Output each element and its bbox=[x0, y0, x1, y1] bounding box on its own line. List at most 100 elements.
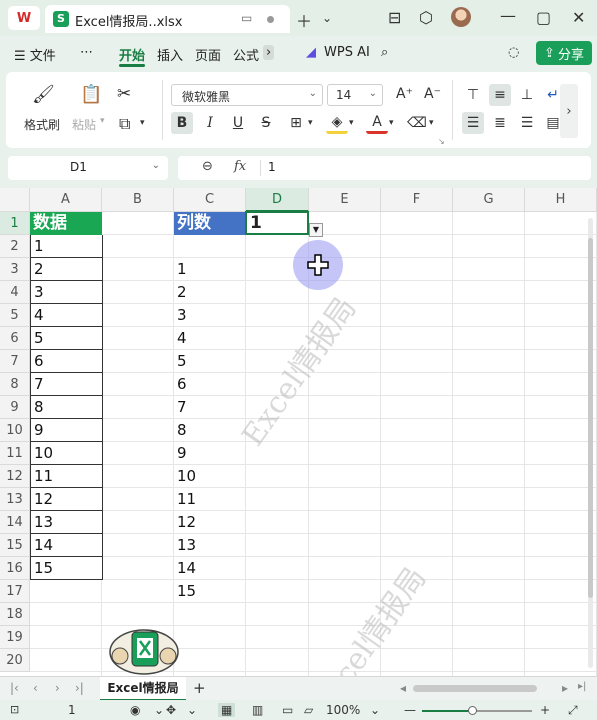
cell-c-data[interactable]: 10 bbox=[174, 465, 246, 488]
cell-c1-header[interactable]: 列数 bbox=[174, 212, 246, 235]
menu-wps-ai[interactable]: WPS AI bbox=[324, 45, 370, 60]
cell-a-data[interactable]: 13 bbox=[30, 511, 103, 534]
cell-c-data[interactable]: 15 bbox=[174, 580, 246, 603]
row-header-7[interactable]: 7 bbox=[0, 350, 30, 373]
row-header-14[interactable]: 14 bbox=[0, 511, 30, 534]
zoom-out-icon[interactable]: — bbox=[404, 703, 416, 717]
row-header-3[interactable]: 3 bbox=[0, 258, 30, 281]
document-tab[interactable]: S Excel情报局..xlsx ▭ bbox=[45, 5, 290, 33]
column-header-f[interactable]: F bbox=[381, 188, 453, 212]
copy-chevron-icon[interactable]: ▾ bbox=[140, 118, 145, 128]
align-top-icon[interactable]: ⊤ bbox=[462, 84, 484, 106]
column-header-g[interactable]: G bbox=[453, 188, 525, 212]
zoom-dropdown-icon[interactable]: ⌄ bbox=[370, 703, 380, 717]
menu-home[interactable]: 开始 bbox=[119, 45, 145, 64]
row-header-17[interactable]: 17 bbox=[0, 580, 30, 603]
cell-a-data[interactable]: 5 bbox=[30, 327, 103, 350]
dropdown-arrow-icon[interactable]: ▼ bbox=[309, 223, 323, 237]
fullscreen-icon[interactable]: ⤢ bbox=[568, 703, 578, 718]
row-header-12[interactable]: 12 bbox=[0, 465, 30, 488]
row-header-4[interactable]: 4 bbox=[0, 281, 30, 304]
column-header-b[interactable]: B bbox=[102, 188, 174, 212]
format-painter-label[interactable]: 格式刷 bbox=[24, 116, 60, 133]
cell-a-data[interactable]: 11 bbox=[30, 465, 103, 488]
cell-c-data[interactable]: 4 bbox=[174, 327, 246, 350]
layout-small-icon[interactable]: ⊡ bbox=[10, 703, 19, 716]
next-sheet-icon[interactable]: › bbox=[55, 681, 60, 695]
insert-function-icon[interactable]: fx bbox=[234, 159, 246, 174]
cell-c-data[interactable]: 8 bbox=[174, 419, 246, 442]
zoom-formula-icon[interactable]: ⊖ bbox=[202, 159, 213, 174]
cell-a-data[interactable]: 15 bbox=[30, 557, 103, 580]
row-header-1[interactable]: 1 bbox=[0, 212, 30, 235]
row-header-5[interactable]: 5 bbox=[0, 304, 30, 327]
freeze-icon[interactable]: ✥ bbox=[166, 703, 176, 717]
last-sheet-icon[interactable]: ›| bbox=[75, 681, 84, 695]
prev-sheet-icon[interactable]: ‹ bbox=[33, 681, 38, 695]
vertical-scrollbar-thumb[interactable] bbox=[588, 238, 593, 598]
wps-logo-icon[interactable]: W bbox=[8, 6, 40, 30]
cell-c-data[interactable]: 9 bbox=[174, 442, 246, 465]
layout-icon[interactable]: ⊟ bbox=[388, 8, 401, 27]
borders-chevron-icon[interactable]: ▾ bbox=[308, 118, 313, 128]
row-header-13[interactable]: 13 bbox=[0, 488, 30, 511]
eye-protection-icon[interactable]: ◉ bbox=[130, 703, 140, 717]
cell-a-data[interactable]: 12 bbox=[30, 488, 103, 511]
menu-scroll-right-icon[interactable]: › bbox=[263, 45, 275, 60]
column-header-a[interactable]: A bbox=[30, 188, 102, 212]
font-color-icon[interactable]: A bbox=[366, 112, 388, 134]
decrease-font-icon[interactable]: A⁻ bbox=[424, 86, 441, 102]
maximize-icon[interactable]: ▢ bbox=[536, 8, 551, 27]
row-header-11[interactable]: 11 bbox=[0, 442, 30, 465]
chevron-down-icon[interactable]: ⌄ bbox=[322, 11, 332, 25]
cell-a-data[interactable]: 2 bbox=[30, 258, 103, 281]
cell-c-data[interactable]: 5 bbox=[174, 350, 246, 373]
cell-a-data[interactable]: 7 bbox=[30, 373, 103, 396]
row-header-2[interactable]: 2 bbox=[0, 235, 30, 258]
paste-label[interactable]: 粘贴 bbox=[72, 116, 96, 133]
column-header-e[interactable]: E bbox=[309, 188, 381, 212]
bold-button[interactable]: B bbox=[171, 112, 193, 134]
cell-a-data[interactable]: 10 bbox=[30, 442, 103, 465]
row-header-20[interactable]: 20 bbox=[0, 649, 30, 672]
chat-icon[interactable]: ◌ bbox=[508, 45, 519, 60]
zoom-level[interactable]: 100% bbox=[326, 703, 360, 717]
share-button[interactable]: ⇪ 分享 bbox=[536, 41, 592, 65]
row-header-9[interactable]: 9 bbox=[0, 396, 30, 419]
font-color-chevron-icon[interactable]: ▾ bbox=[389, 118, 394, 128]
column-header-c[interactable]: C bbox=[174, 188, 246, 212]
row-header-6[interactable]: 6 bbox=[0, 327, 30, 350]
row-header-19[interactable]: 19 bbox=[0, 626, 30, 649]
cell-c-data[interactable]: 14 bbox=[174, 557, 246, 580]
align-middle-icon[interactable]: ≡ bbox=[489, 84, 511, 106]
cell-c-data[interactable]: 12 bbox=[174, 511, 246, 534]
cell-a-data[interactable]: 1 bbox=[30, 235, 103, 258]
paste-chevron-icon[interactable]: ▾ bbox=[100, 116, 105, 126]
formula-input[interactable]: 1 bbox=[268, 160, 276, 174]
cut-icon[interactable]: ✂ bbox=[117, 84, 131, 104]
cell-c-data[interactable]: 11 bbox=[174, 488, 246, 511]
menu-insert[interactable]: 插入 bbox=[157, 45, 183, 64]
copy-icon[interactable]: ⧉ bbox=[119, 114, 130, 134]
align-left-icon[interactable]: ☰ bbox=[462, 112, 484, 134]
cell-a-data[interactable]: 14 bbox=[30, 534, 103, 557]
cube-icon[interactable]: ⬡ bbox=[419, 8, 433, 27]
menu-more-icon[interactable]: ⋯ bbox=[80, 45, 93, 60]
first-sheet-icon[interactable]: |‹ bbox=[10, 681, 19, 695]
reading-view-icon[interactable]: ▱ bbox=[304, 703, 313, 717]
cell-c-data[interactable]: 3 bbox=[174, 304, 246, 327]
align-bottom-icon[interactable]: ⊥ bbox=[516, 84, 538, 106]
horizontal-scrollbar[interactable] bbox=[413, 685, 537, 692]
menu-page[interactable]: 页面 bbox=[195, 45, 221, 64]
cell-c-data[interactable]: 1 bbox=[174, 258, 246, 281]
row-header-15[interactable]: 15 bbox=[0, 534, 30, 557]
cell-a-data[interactable]: 9 bbox=[30, 419, 103, 442]
increase-font-icon[interactable]: A⁺ bbox=[396, 86, 413, 102]
unsaved-dot-icon[interactable] bbox=[267, 16, 274, 23]
cell-c-data[interactable]: 13 bbox=[174, 534, 246, 557]
zoom-in-icon[interactable]: + bbox=[540, 703, 550, 717]
strikethrough-button[interactable]: S bbox=[255, 112, 277, 134]
italic-button[interactable]: I bbox=[199, 112, 221, 134]
sheet-tab-active[interactable]: Excel情报局 bbox=[100, 677, 186, 701]
paste-icon[interactable]: 📋 bbox=[80, 84, 102, 105]
